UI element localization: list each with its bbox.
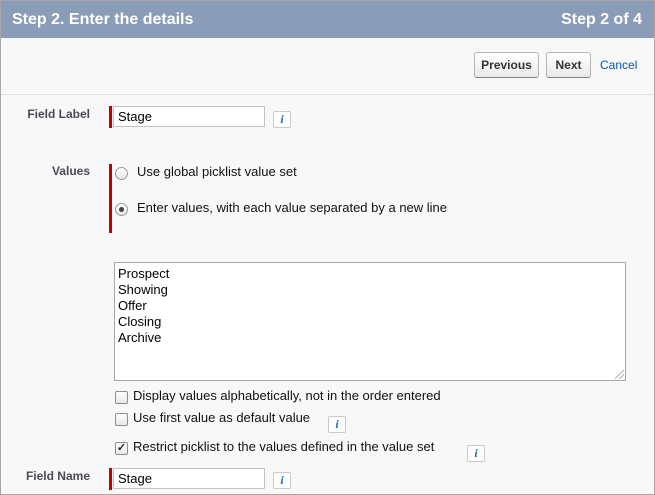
picklist-value: Closing <box>118 314 162 329</box>
field-label-label: Field Label <box>27 107 90 121</box>
global-picklist-radio[interactable] <box>115 167 128 180</box>
wizard-header: Step 2. Enter the details Step 2 of 4 <box>1 1 654 38</box>
restrict-picklist-checkbox[interactable]: ✓ <box>115 442 128 455</box>
field-name-input[interactable]: Stage <box>113 468 265 489</box>
resize-handle[interactable] <box>615 370 624 379</box>
required-indicator <box>109 106 112 128</box>
step-indicator: Step 2 of 4 <box>561 11 642 28</box>
sort-alphabetically-checkbox[interactable] <box>115 391 128 404</box>
global-picklist-option-label: Use global picklist value set <box>137 164 297 179</box>
sort-alphabetically-label: Display values alphabetically, not in th… <box>133 388 441 403</box>
enter-values-option-label: Enter values, with each value separated … <box>137 200 448 215</box>
info-icon[interactable]: i <box>273 111 291 128</box>
step-title: Step 2. Enter the details <box>12 11 194 28</box>
info-icon[interactable]: i <box>467 445 485 462</box>
field-label-input[interactable]: Stage <box>113 106 265 127</box>
required-indicator <box>109 468 112 490</box>
wizard-toolbar: Previous Next Cancel <box>1 38 654 95</box>
picklist-values-textarea[interactable]: Prospect Showing Offer Closing Archive <box>114 262 626 381</box>
restrict-picklist-label: Restrict picklist to the values defined … <box>133 439 435 454</box>
previous-button[interactable]: Previous <box>474 52 539 78</box>
cancel-link[interactable]: Cancel <box>600 58 637 72</box>
field-name-label: Field Name <box>25 469 90 483</box>
next-button[interactable]: Next <box>546 52 591 78</box>
info-icon[interactable]: i <box>273 472 291 489</box>
picklist-value: Showing <box>118 282 168 297</box>
values-label: Values <box>51 164 90 178</box>
picklist-value: Prospect <box>118 266 170 281</box>
first-value-default-checkbox[interactable] <box>115 413 128 426</box>
info-icon[interactable]: i <box>328 416 346 433</box>
picklist-value: Archive <box>118 330 162 345</box>
first-value-default-label: Use first value as default value <box>133 410 311 425</box>
wizard-panel: Step 2. Enter the details Step 2 of 4 Pr… <box>0 0 655 495</box>
picklist-value: Offer <box>118 298 147 313</box>
enter-values-radio[interactable] <box>115 203 128 216</box>
required-indicator <box>109 164 112 233</box>
